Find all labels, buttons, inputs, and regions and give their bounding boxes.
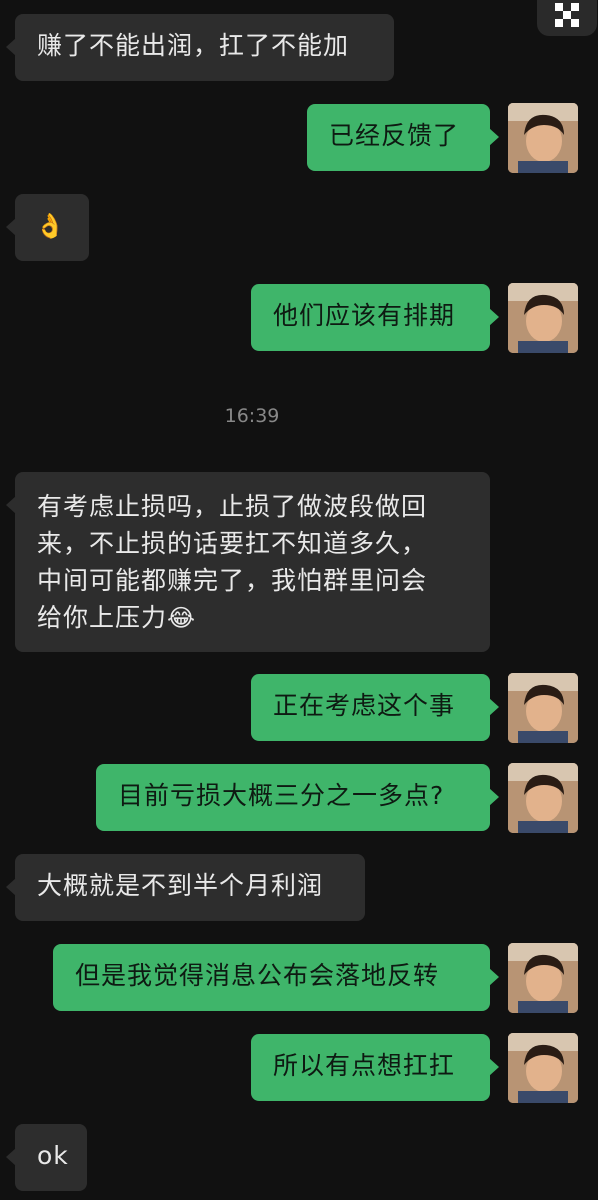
message-text: 目前亏损大概三分之一多点? xyxy=(118,781,445,810)
avatar[interactable] xyxy=(508,763,578,833)
outgoing-message[interactable]: 正在考虑这个事 xyxy=(251,674,499,741)
laughing-emoji: 😂 xyxy=(167,604,197,632)
qr-code-icon[interactable] xyxy=(537,0,597,36)
outgoing-message[interactable]: 目前亏损大概三分之一多点? xyxy=(96,764,499,831)
avatar[interactable] xyxy=(508,283,578,353)
avatar[interactable] xyxy=(508,673,578,743)
message-text: 正在考虑这个事 xyxy=(273,691,456,720)
message-text: 大概就是不到半个月利润 xyxy=(37,871,324,900)
message-text: 给你上压力 xyxy=(37,603,168,632)
message-text: ok xyxy=(37,1141,69,1170)
message-text: 已经反馈了 xyxy=(329,121,460,150)
message-line: 给你上压力😂 xyxy=(37,599,468,637)
outgoing-message[interactable]: 所以有点想扛扛 xyxy=(251,1034,499,1101)
outgoing-message[interactable]: 已经反馈了 xyxy=(307,104,499,171)
message-line: 有考虑止损吗，止损了做波段做回 xyxy=(37,492,428,521)
incoming-message[interactable]: 👌 xyxy=(6,194,89,261)
avatar[interactable] xyxy=(508,1033,578,1103)
avatar[interactable] xyxy=(508,103,578,173)
outgoing-message[interactable]: 但是我觉得消息公布会落地反转 xyxy=(53,944,499,1011)
incoming-message[interactable]: 有考虑止损吗，止损了做波段做回 来，不止损的话要扛不知道多久， 中间可能都赚完了… xyxy=(6,472,490,652)
incoming-message[interactable]: ok xyxy=(6,1124,87,1191)
message-line: 来，不止损的话要扛不知道多久， xyxy=(37,529,428,558)
message-text: 所以有点想扛扛 xyxy=(273,1051,456,1080)
incoming-message[interactable]: 大概就是不到半个月利润 xyxy=(6,854,365,921)
timestamp: 16:39 xyxy=(224,405,280,427)
message-line: 中间可能都赚完了，我怕群里问会 xyxy=(37,566,428,595)
outgoing-message[interactable]: 他们应该有排期 xyxy=(251,284,499,351)
ok-hand-emoji: 👌 xyxy=(35,212,66,240)
avatar[interactable] xyxy=(508,943,578,1013)
message-text: 他们应该有排期 xyxy=(273,301,456,330)
message-text: 赚了不能出润，扛了不能加 xyxy=(37,31,350,60)
incoming-message[interactable]: 赚了不能出润，扛了不能加 xyxy=(6,14,394,81)
message-text: 但是我觉得消息公布会落地反转 xyxy=(75,961,440,990)
